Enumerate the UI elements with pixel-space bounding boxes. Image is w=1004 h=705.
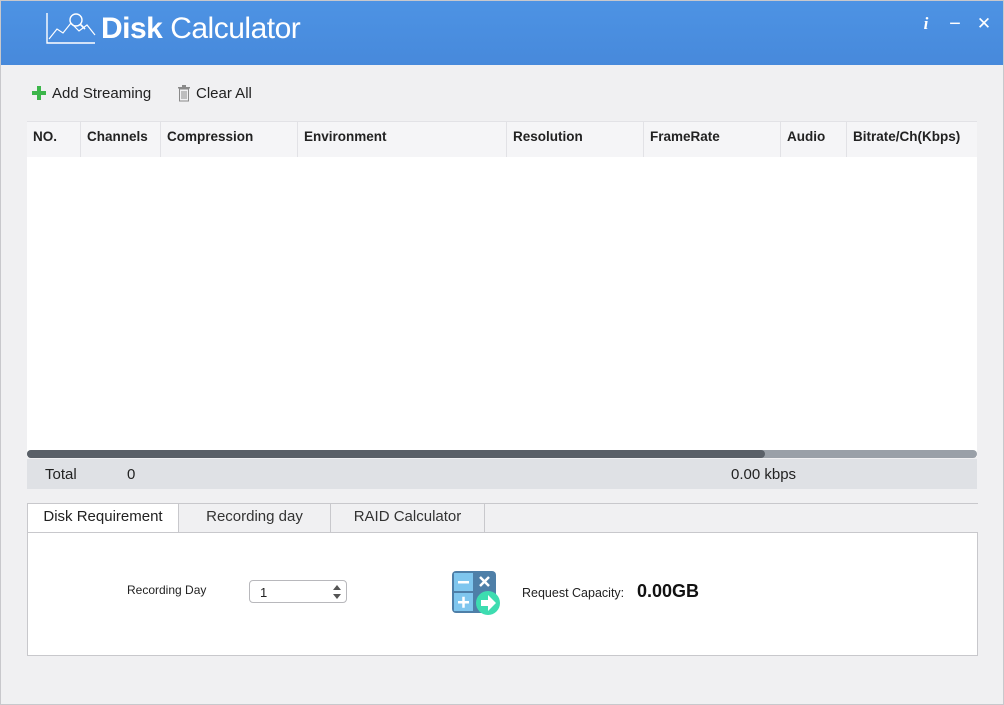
add-streaming-label: Add Streaming	[52, 84, 152, 102]
table-header: NO. Channels Compression Environment Res…	[27, 121, 977, 158]
disk-requirement-panel: Recording Day 1 Request Capacity: 0.00GB	[27, 532, 978, 656]
total-bitrate: 0.00 kbps	[731, 466, 797, 483]
request-capacity-value: 0.00GB	[637, 581, 700, 601]
clear-all-button[interactable]: Clear All	[177, 81, 252, 105]
table-body	[27, 157, 977, 449]
scrollbar-thumb[interactable]	[27, 450, 765, 458]
recording-day-value[interactable]: 1	[260, 585, 267, 600]
close-button[interactable]: ✕	[973, 13, 995, 35]
plus-icon	[32, 86, 46, 100]
column-header-audio[interactable]: Audio	[781, 122, 847, 158]
recording-day-spinbox[interactable]: 1	[249, 580, 347, 603]
tab-disk-requirement[interactable]: Disk Requirement	[27, 504, 179, 534]
title-bar[interactable]: Disk Calculator i − ✕	[1, 1, 1003, 65]
request-capacity-label: Request Capacity:	[522, 586, 625, 600]
chart-magnifier-icon	[46, 13, 96, 44]
clear-all-label: Clear All	[196, 84, 252, 102]
recording-day-label: Recording Day	[127, 583, 207, 597]
calculator-icon[interactable]	[450, 569, 502, 617]
tab-raid-calculator[interactable]: RAID Calculator	[331, 504, 485, 533]
app-title: Disk Calculator	[101, 12, 301, 45]
tab-recording-day[interactable]: Recording day	[179, 504, 331, 533]
column-header-channels[interactable]: Channels	[81, 122, 161, 158]
tab-bar: Disk Requirement Recording day RAID Calc…	[27, 503, 978, 534]
column-header-framerate[interactable]: FrameRate	[644, 122, 781, 158]
column-header-environment[interactable]: Environment	[298, 122, 507, 158]
disk-calculator-window: Disk Calculator i − ✕ Add Streaming Clea…	[0, 0, 1004, 705]
calculator-tabs: Disk Requirement Recording day RAID Calc…	[27, 503, 978, 656]
spin-arrows-icon[interactable]	[331, 583, 343, 601]
column-header-compression[interactable]: Compression	[161, 122, 298, 158]
horizontal-scrollbar[interactable]	[27, 450, 977, 458]
minimize-button[interactable]: −	[944, 13, 966, 35]
info-button[interactable]: i	[915, 13, 937, 35]
column-header-no[interactable]: NO.	[27, 122, 81, 158]
column-header-resolution[interactable]: Resolution	[507, 122, 644, 158]
column-header-bitrate[interactable]: Bitrate/Ch(Kbps)	[847, 122, 977, 158]
add-streaming-button[interactable]: Add Streaming	[31, 81, 151, 105]
total-row: Total 0 0.00 kbps	[27, 459, 977, 489]
trash-icon	[178, 85, 190, 102]
total-label: Total	[45, 466, 77, 483]
total-count: 0	[127, 466, 136, 483]
streaming-table: NO. Channels Compression Environment Res…	[27, 121, 977, 458]
